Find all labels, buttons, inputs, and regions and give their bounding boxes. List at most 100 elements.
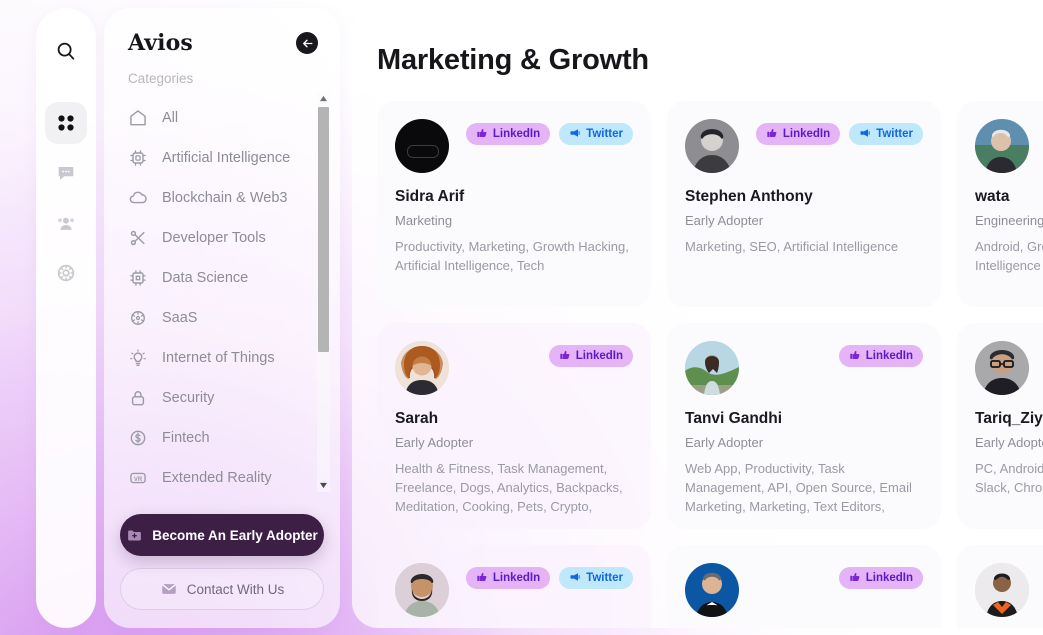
profile-card[interactable]: LinkedIn Twitter Sidra Arif Marketing Produc… [377,101,651,307]
profile-role: Marketing [395,213,453,228]
profile-card[interactable]: LinkedIn Sarah Early Adopter Health & Fitne… [377,323,651,529]
thumbs-up-icon [476,127,488,142]
become-early-adopter-button[interactable]: Become An Early Adopter [120,514,324,556]
profile-tags: Android, Growth Hacking, Artificial Inte… [975,239,1043,273]
become-early-adopter-label: Become An Early Adopter [152,527,318,543]
profile-tags: Web App, Productivity, Task Management, … [685,461,912,514]
category-item-label: Fintech [162,430,210,446]
social-badges: LinkedIn [838,341,923,367]
avatar [685,563,739,617]
rail-item-messages[interactable] [45,152,87,194]
profile-name: Sidra Arif [395,188,465,205]
thumbs-up-icon [766,127,778,142]
search-icon [57,42,75,60]
profile-name: wata [975,188,1010,205]
social-badge-label: Twitter [586,572,623,584]
profile-role: Early Adopter [685,213,764,228]
profile-card[interactable]: LinkedIn Tanvi Gandhi Early Adopter Web App… [667,323,941,529]
lock-icon [128,388,148,408]
home-icon [128,108,148,128]
social-badge-label: LinkedIn [492,572,541,584]
profile-role: Engineering [975,213,1043,228]
category-item-label: Artificial Intelligence [162,150,291,166]
profile-name: Tariq_Ziyad [975,410,1043,427]
app-logo: Avios [128,30,193,56]
scrollbar-thumb[interactable] [318,107,329,352]
profile-card[interactable]: LinkedIn Twitter Stephen Anthony Early Adop… [667,101,941,307]
profile-card[interactable]: LinkedIn wata Engineering Android, Growth H… [957,101,1043,307]
avatar [395,341,449,395]
category-item-extended-reality[interactable]: VR Extended Reality [128,458,340,492]
category-item-label: All [162,110,179,126]
main-panel: Marketing & Growth LinkedIn Twitter Sidra … [352,8,1043,628]
collapse-sidebar-button[interactable] [296,32,318,54]
grid-icon [58,115,74,131]
avatar [975,563,1029,617]
social-badges: LinkedIn Twitter [465,563,633,589]
rail-item-explore[interactable] [45,252,87,294]
profile-tags: PC, Android, Design, eBook Readers, Slac… [975,461,1043,495]
category-item-data-science[interactable]: Data Science [128,258,340,298]
linkedin-badge[interactable]: LinkedIn [465,123,551,145]
folder-plus-icon [128,530,142,540]
linkedin-badge[interactable]: LinkedIn [838,567,923,589]
social-badge-label: LinkedIn [492,128,541,140]
category-item-artificial-intelligence[interactable]: Artificial Intelligence [128,138,340,178]
social-badge-label: LinkedIn [782,128,831,140]
profile-tags: Productivity, Marketing, Growth Hacking,… [395,239,629,273]
category-item-label: SaaS [162,310,198,326]
linkedin-badge[interactable]: LinkedIn [548,345,633,367]
social-badge-label: LinkedIn [865,350,913,362]
avatar [685,119,739,173]
social-badge-label: Twitter [876,128,913,140]
rail-item-dashboard[interactable] [45,102,87,144]
categories-scroll-area: All Artificial Intelligence Blockchain & W… [104,92,340,492]
scroll-down-button[interactable] [317,479,330,492]
twitter-badge[interactable]: Twitter [559,567,633,589]
category-item-saas[interactable]: SaaS [128,298,340,338]
rail-item-community[interactable] [45,202,87,244]
rail-item-search[interactable] [45,30,87,72]
category-item-developer-tools[interactable]: Developer Tools [128,218,340,258]
page-title: Marketing & Growth [377,44,649,76]
profile-card-header: LinkedIn [975,119,1043,173]
social-badge-label: LinkedIn [575,350,623,362]
category-item-label: Blockchain & Web3 [162,190,288,206]
linkedin-badge[interactable]: LinkedIn [465,567,551,589]
category-item-all[interactable]: All [128,98,340,138]
linkedin-badge[interactable]: LinkedIn [755,123,841,145]
profile-card-header: LinkedIn [685,563,923,617]
category-item-blockchain-web3[interactable]: Blockchain & Web3 [128,178,340,218]
profile-card[interactable]: LinkedIn Tariq_Ziyad Early Adopter PC, Andr… [957,323,1043,529]
category-item-label: Extended Reality [162,470,272,486]
categories-scrollbar[interactable] [317,92,330,492]
profile-card[interactable]: LinkedIn [957,545,1043,628]
social-badge-label: LinkedIn [865,572,913,584]
profile-card-header: LinkedIn [975,563,1043,617]
category-item-fintech[interactable]: Fintech [128,418,340,458]
social-badges: LinkedIn Twitter [755,119,923,145]
scroll-up-button[interactable] [317,92,330,105]
profile-card-header: LinkedIn Twitter [395,119,633,173]
megaphone-icon [859,127,871,142]
category-item-label: Developer Tools [162,230,266,246]
profile-card[interactable]: LinkedIn Twitter [377,545,651,628]
twitter-badge[interactable]: Twitter [559,123,633,145]
thumbs-up-icon [849,349,861,364]
avatar [395,563,449,617]
cloud-gear-icon [128,308,148,328]
category-item-security[interactable]: Security [128,378,340,418]
contact-us-button[interactable]: Contact With Us [120,568,324,610]
profile-card[interactable]: LinkedIn [667,545,941,628]
category-item-internet-of-things[interactable]: Internet of Things [128,338,340,378]
social-badge-label: Twitter [586,128,623,140]
twitter-badge[interactable]: Twitter [849,123,923,145]
lightbulb-icon [128,348,148,368]
linkedin-badge[interactable]: LinkedIn [838,345,923,367]
categories-list: All Artificial Intelligence Blockchain & W… [104,92,340,492]
vr-icon: VR [128,468,148,488]
social-badges: LinkedIn [548,341,633,367]
profile-name: Tanvi Gandhi [685,410,783,427]
category-item-label: Internet of Things [162,350,275,366]
megaphone-icon [569,571,581,586]
